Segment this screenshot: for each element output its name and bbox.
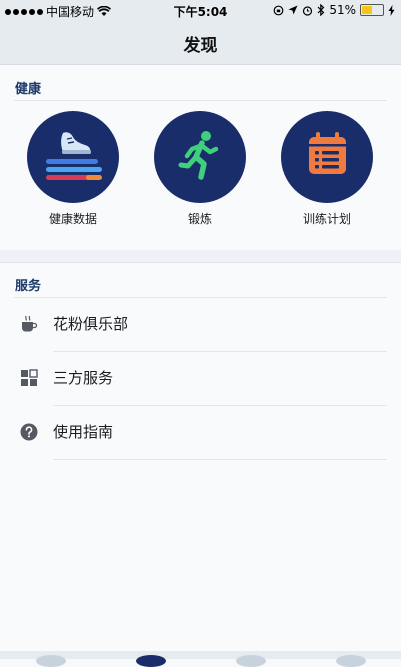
tile-health-data[interactable]: 健康数据	[25, 111, 121, 227]
calendar-icon	[281, 111, 373, 203]
battery-percent: 51%	[329, 3, 356, 17]
tab-icon-active[interactable]	[136, 655, 166, 667]
status-bar: 中国移动 下午5:04 51%	[0, 0, 401, 20]
list-item-label: 使用指南	[53, 423, 114, 441]
list-item-third-party-services[interactable]: 三方服务	[0, 352, 401, 406]
runner-icon	[154, 111, 246, 203]
bluetooth-icon	[317, 4, 325, 16]
help-icon	[20, 423, 38, 441]
tile-training-plan[interactable]: 训练计划	[279, 111, 375, 227]
section-separator	[0, 250, 401, 262]
tile-health-data-label: 健康数据	[48, 212, 97, 226]
health-section-title: 健康	[15, 82, 42, 97]
tile-training-plan-label: 训练计划	[302, 212, 351, 226]
grid-icon	[21, 369, 38, 386]
tile-exercise[interactable]: 锻炼	[152, 111, 248, 227]
navigation-bar: 发现	[0, 20, 401, 65]
tab-icon[interactable]	[36, 655, 66, 667]
tab-icon[interactable]	[236, 655, 266, 667]
services-section: 服务 花粉俱乐部 三方服务 使用指南	[0, 262, 401, 653]
list-item-label: 花粉俱乐部	[53, 315, 129, 333]
lock-rotation-icon	[273, 5, 284, 15]
services-section-title: 服务	[15, 279, 42, 294]
health-section: 健康 健康数据 锻炼 训练计划	[0, 65, 401, 251]
shoe-icon	[27, 111, 119, 203]
tab-icon[interactable]	[336, 655, 366, 667]
page-title: 发现	[183, 36, 218, 56]
list-item-user-guide[interactable]: 使用指南	[0, 406, 401, 460]
location-arrow-icon	[288, 5, 298, 15]
tile-exercise-label: 锻炼	[187, 212, 212, 226]
list-item-huafen-club[interactable]: 花粉俱乐部	[0, 298, 401, 352]
status-right: 51%	[273, 3, 395, 17]
battery-level	[362, 6, 372, 14]
health-divider	[14, 100, 387, 101]
list-divider	[53, 459, 387, 460]
battery-icon	[360, 4, 384, 16]
alarm-clock-icon	[303, 5, 313, 16]
list-item-label: 三方服务	[53, 369, 114, 387]
charging-bolt-icon	[388, 4, 395, 16]
coffee-cup-icon	[22, 315, 38, 332]
